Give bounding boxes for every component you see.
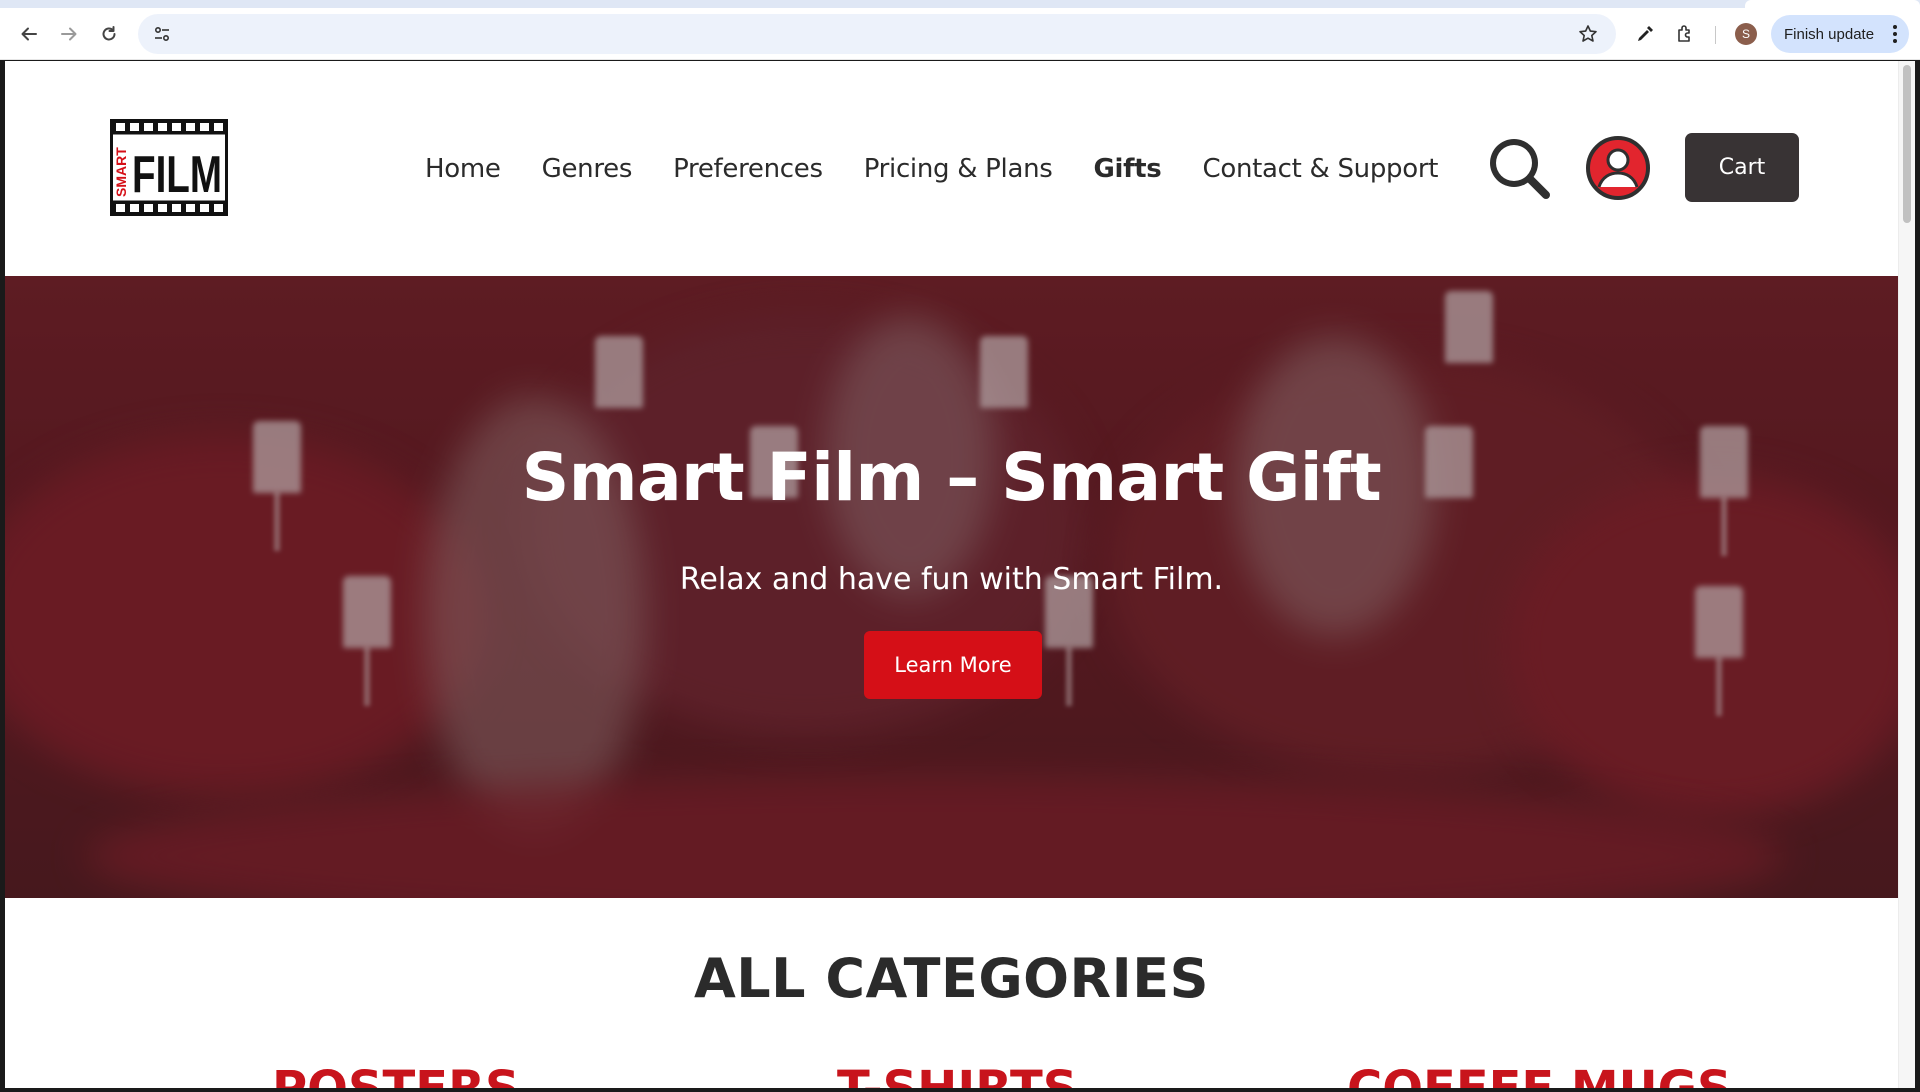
toolbar-separator [1715, 26, 1716, 44]
page-scrollbar[interactable] [1898, 61, 1915, 1088]
browser-toolbar: S Finish update [0, 8, 1920, 60]
browser-tab[interactable] [1745, 0, 1920, 8]
nav-genres[interactable]: Genres [542, 154, 633, 184]
window-frame-bottom [0, 1088, 1920, 1092]
category-posters[interactable]: POSTERS [272, 1061, 520, 1088]
window-frame-left [0, 61, 5, 1092]
hero-subtitle: Relax and have fun with Smart Film. [679, 562, 1224, 597]
category-coffee-mugs[interactable]: COFFEE MUGS [1347, 1061, 1732, 1088]
category-t-shirts[interactable]: T-SHIRTS [837, 1061, 1077, 1088]
scrollbar-thumb[interactable] [1903, 65, 1911, 223]
site-info-icon[interactable] [146, 18, 178, 50]
star-icon[interactable] [1572, 18, 1604, 50]
main-nav: Home Genres Preferences Pricing & Plans … [425, 149, 1479, 189]
nav-home[interactable]: Home [425, 154, 501, 184]
cart-button[interactable]: Cart [1685, 133, 1799, 202]
more-vert-icon [1893, 25, 1897, 43]
reload-icon[interactable] [93, 18, 125, 50]
profile-avatar[interactable]: S [1735, 23, 1757, 45]
window-frame-right [1915, 61, 1920, 1092]
nav-pricing-plans[interactable]: Pricing & Plans [864, 154, 1053, 184]
hero-banner: Smart Film – Smart Gift Relax and have f… [5, 276, 1898, 898]
back-icon[interactable] [13, 18, 45, 50]
hero-title: Smart Film – Smart Gift [521, 439, 1382, 516]
browser-tab-strip [0, 0, 1920, 8]
search-icon[interactable] [1485, 134, 1553, 202]
forward-icon[interactable] [53, 18, 85, 50]
logo-text-big: FILM [132, 146, 222, 204]
nav-contact-support[interactable]: Contact & Support [1203, 154, 1439, 184]
logo-text-small: SMART [113, 147, 129, 197]
eyedropper-icon[interactable] [1629, 18, 1661, 50]
extensions-icon[interactable] [1669, 18, 1701, 50]
address-bar[interactable] [138, 14, 1616, 54]
learn-more-button[interactable]: Learn More [864, 631, 1042, 699]
finish-update-button[interactable]: Finish update [1771, 15, 1909, 53]
page-viewport: SMART FILM Home Genres Preferences Prici… [5, 61, 1898, 1088]
finish-update-label: Finish update [1784, 25, 1875, 43]
nav-preferences[interactable]: Preferences [673, 154, 823, 184]
smart-film-logo[interactable]: SMART FILM [110, 119, 228, 216]
nav-gifts[interactable]: Gifts [1094, 154, 1162, 184]
account-icon[interactable] [1585, 135, 1651, 201]
categories-title: ALL CATEGORIES [693, 947, 1210, 1010]
site-header: SMART FILM Home Genres Preferences Prici… [5, 61, 1898, 276]
